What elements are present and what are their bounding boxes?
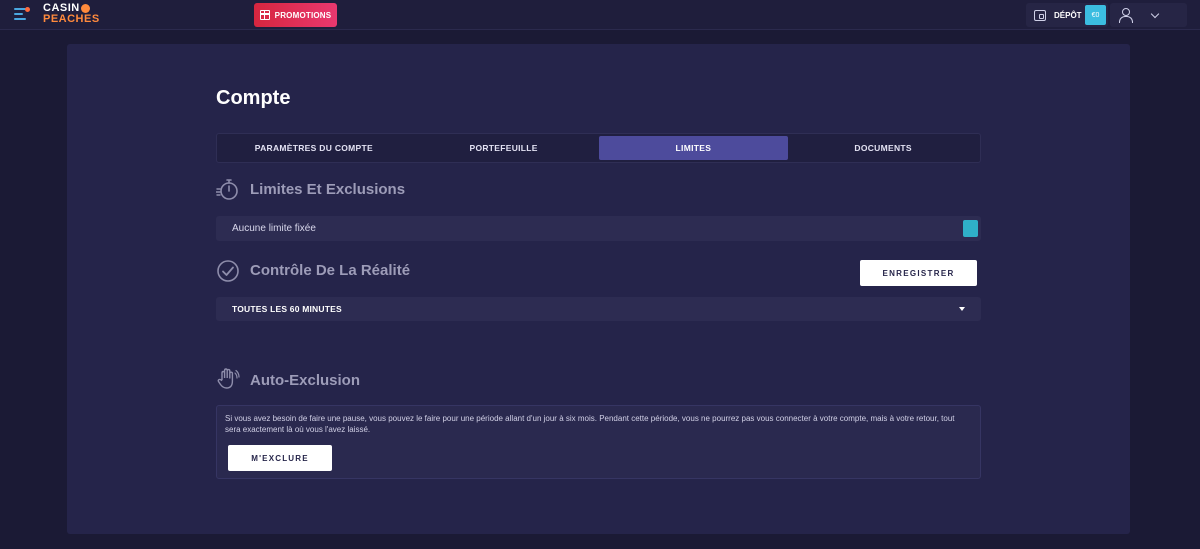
limit-toggle[interactable] — [963, 220, 978, 237]
gift-icon — [259, 10, 270, 20]
peach-icon — [80, 4, 90, 13]
notification-dot — [25, 7, 30, 12]
menu-icon[interactable] — [14, 7, 30, 22]
tab-documents[interactable]: DOCUMENTS — [788, 136, 978, 160]
self-exclusion-title: Auto-Exclusion — [250, 372, 361, 389]
self-exclusion-description: Si vous avez besoin de faire une pause, … — [225, 414, 955, 434]
check-circle-icon — [217, 260, 239, 282]
account-panel: Compte PARAMÈTRES DU COMPTE PORTEFEUILLE… — [67, 44, 1130, 534]
reality-check-select[interactable]: TOUTES LES 60 MINUTES — [216, 297, 981, 321]
user-icon — [1119, 8, 1133, 23]
self-exclusion-box: Si vous avez besoin de faire une pause, … — [216, 405, 981, 479]
no-limit-text: Aucune limite fixée — [232, 223, 316, 234]
user-menu-button[interactable] — [1110, 3, 1187, 27]
chevron-down-icon — [1150, 9, 1160, 19]
balance-badge[interactable]: €0 — [1085, 5, 1106, 25]
promotions-button[interactable]: PROMOTIONS — [254, 3, 337, 27]
tab-wallet[interactable]: PORTEFEUILLE — [409, 136, 599, 160]
stopwatch-icon — [216, 179, 238, 200]
logo-text-bottom: PEACHES — [43, 13, 100, 25]
limits-title: Limites Et Exclusions — [250, 181, 406, 198]
deposit-label: DÉPÔT — [1054, 10, 1082, 20]
tab-account-settings[interactable]: PARAMÈTRES DU COMPTE — [219, 136, 409, 160]
top-bar: CASIN PEACHES PROMOTIONS DÉPÔT €0 — [0, 0, 1200, 30]
hand-icon — [217, 368, 240, 389]
casino-logo[interactable]: CASIN PEACHES — [43, 3, 100, 25]
account-tabs: PARAMÈTRES DU COMPTE PORTEFEUILLE LIMITE… — [216, 133, 981, 163]
save-button[interactable]: ENREGISTRER — [860, 260, 977, 286]
reality-check-title: Contrôle De La Réalité — [250, 262, 411, 279]
wallet-icon — [1034, 9, 1046, 21]
selected-interval: TOUTES LES 60 MINUTES — [232, 304, 342, 314]
promotions-label: PROMOTIONS — [274, 10, 332, 20]
page-title: Compte — [216, 87, 291, 109]
self-exclude-button[interactable]: M'EXCLURE — [228, 445, 332, 471]
tab-limits[interactable]: LIMITES — [598, 136, 789, 160]
caret-down-icon — [959, 307, 965, 311]
no-limit-row: Aucune limite fixée — [216, 216, 981, 241]
